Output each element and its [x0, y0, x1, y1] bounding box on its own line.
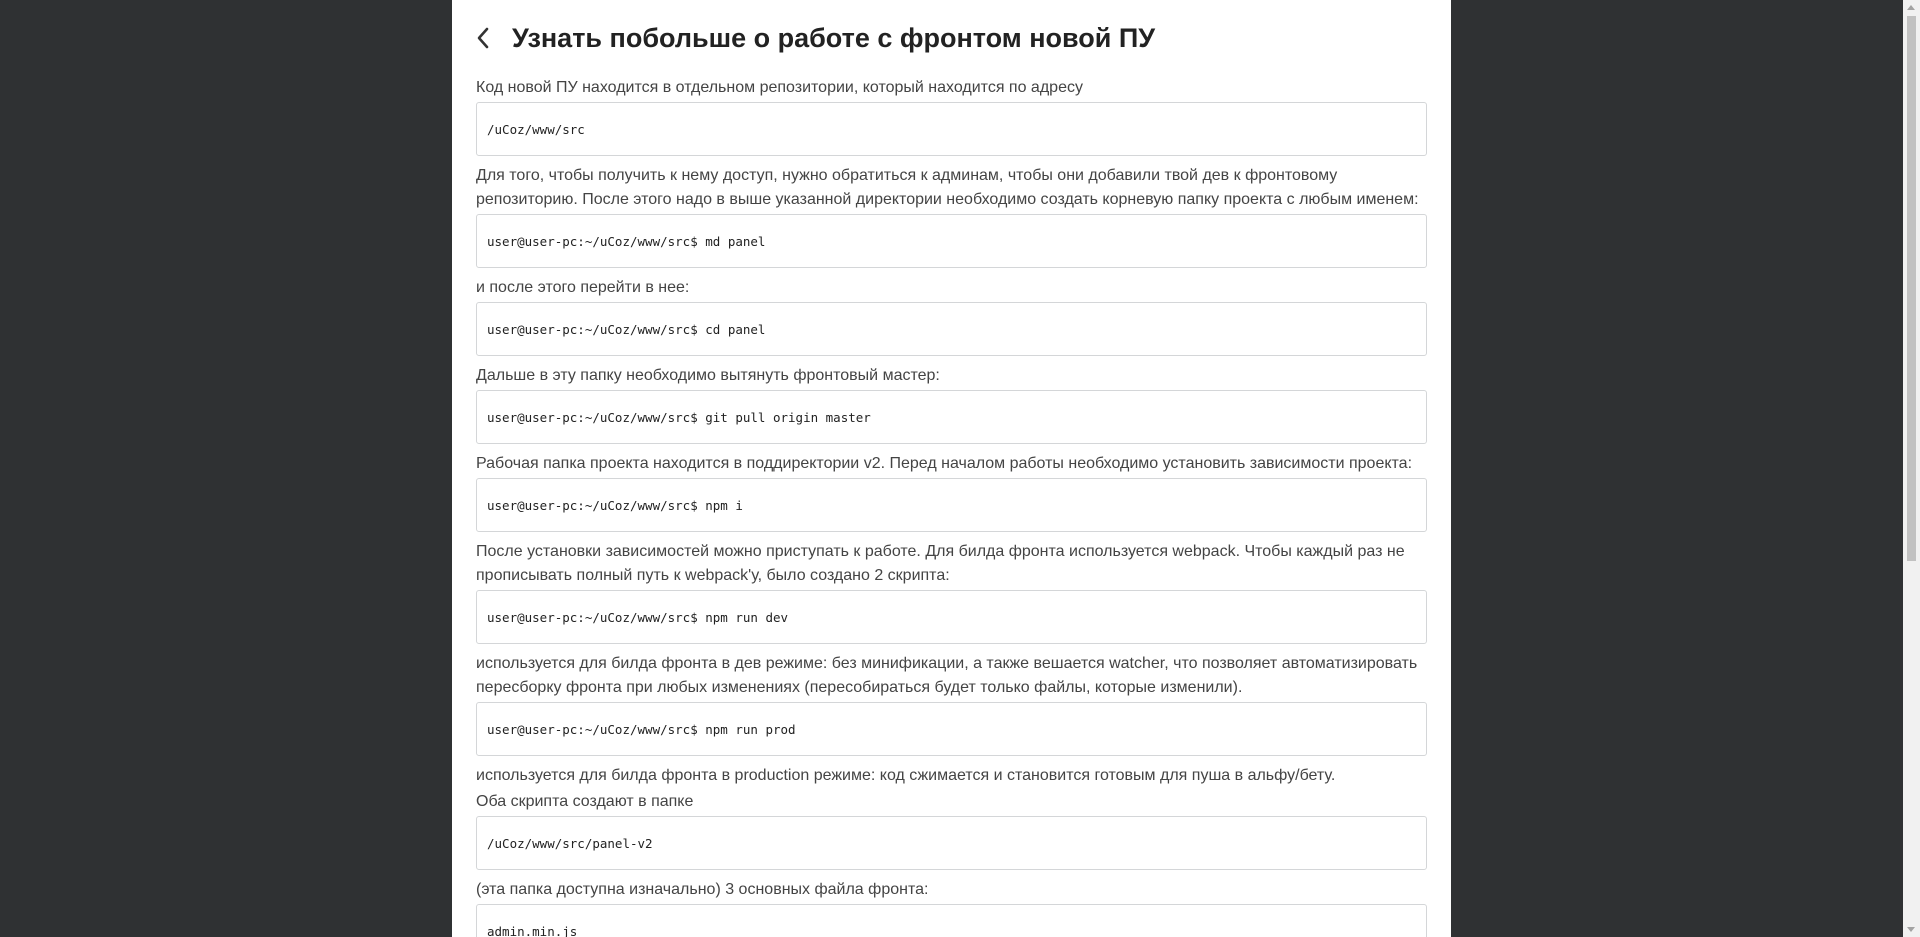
title-row: Узнать побольше о работе с фронтом новой…	[476, 0, 1427, 76]
code-block: user@user-pc:~/uCoz/www/src$ git pull or…	[476, 390, 1427, 444]
scroll-up-icon[interactable]	[1907, 5, 1915, 10]
article-body: Код новой ПУ находится в отдельном репоз…	[476, 76, 1427, 937]
code-block: admin.min.js	[476, 904, 1427, 937]
paragraph: используется для билда фронта в дев режи…	[476, 655, 1418, 696]
code-block: user@user-pc:~/uCoz/www/src$ md panel	[476, 214, 1427, 268]
article: Узнать побольше о работе с фронтом новой…	[452, 0, 1451, 937]
scrollbar-thumb[interactable]	[1907, 16, 1916, 561]
paragraph: Для того, чтобы получить к нему доступ, …	[476, 167, 1419, 208]
code-block: user@user-pc:~/uCoz/www/src$ npm run dev	[476, 590, 1427, 644]
paragraph: Код новой ПУ находится в отдельном репоз…	[476, 79, 1083, 96]
page-container: Узнать побольше о работе с фронтом новой…	[452, 0, 1451, 937]
scroll-down-icon[interactable]	[1907, 927, 1915, 932]
vertical-scrollbar[interactable]	[1903, 0, 1920, 937]
code-block: /uCoz/www/src/panel-v2	[476, 816, 1427, 870]
paragraph: используется для билда фронта в producti…	[476, 767, 1336, 784]
paragraph: Дальше в эту папку необходимо вытянуть ф…	[476, 367, 940, 384]
page-title: Узнать побольше о работе с фронтом новой…	[512, 22, 1156, 53]
paragraph: (эта папка доступна изначально) 3 основн…	[476, 881, 929, 898]
paragraph: Оба скрипта создают в папке	[476, 793, 694, 810]
code-block: user@user-pc:~/uCoz/www/src$ npm i	[476, 478, 1427, 532]
paragraph: Рабочая папка проекта находится в поддир…	[476, 455, 1413, 472]
code-block: user@user-pc:~/uCoz/www/src$ npm run pro…	[476, 702, 1427, 756]
back-button[interactable]	[476, 22, 498, 54]
chevron-left-icon	[477, 27, 489, 49]
paragraph: После установки зависимостей можно прист…	[476, 543, 1405, 584]
code-block: /uCoz/www/src	[476, 102, 1427, 156]
paragraph: и после этого перейти в нее:	[476, 279, 690, 296]
code-block: user@user-pc:~/uCoz/www/src$ cd panel	[476, 302, 1427, 356]
